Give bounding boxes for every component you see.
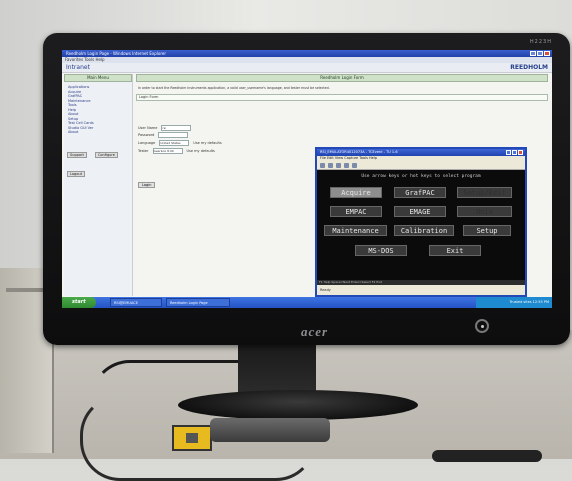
screen: Reedholm Login Page - Windows Internet E…	[62, 50, 552, 308]
login-button[interactable]: Login	[138, 182, 156, 188]
tester-default-checkbox[interactable]: Use my defaults	[187, 149, 215, 153]
tester-select[interactable]: Gearbox 8.00	[152, 148, 183, 154]
password-field[interactable]	[158, 132, 189, 138]
configure-button[interactable]: Configure	[94, 151, 118, 158]
taskbar: start RSI@EMUACE Reedholm Login Page Tru…	[62, 297, 552, 308]
browser-title-bar: Reedholm Login Page - Windows Internet E…	[62, 50, 552, 57]
yellow-adapter	[172, 425, 212, 451]
tester-row: Tester Gearbox 8.00 Use my defaults	[138, 148, 215, 154]
maintenance-button[interactable]: Maintenance	[324, 225, 387, 236]
monitor-base	[178, 390, 418, 420]
username-field[interactable]: rsi	[161, 125, 192, 131]
login-form-bar: Login Form	[136, 94, 548, 101]
save-icon[interactable]	[328, 162, 333, 168]
password-row: Password	[138, 132, 189, 138]
record-icon[interactable]	[344, 162, 349, 168]
emulator-title-bar: RSI_EMULATOR4012073A - TCEvent - TU 1-6	[317, 149, 525, 156]
site-header: Intranet REEDHOLM	[62, 63, 552, 73]
window-controls	[530, 51, 550, 56]
logout-button[interactable]: Logout	[67, 170, 85, 177]
language-row: Language United States Use my defaults	[138, 140, 222, 146]
support-button[interactable]: Support	[67, 151, 87, 158]
calibration-button[interactable]: Calibration	[394, 225, 454, 236]
system-tray: Trusted sites 12:55 PM	[476, 297, 552, 308]
language-label: Language	[138, 141, 156, 145]
usb-plug	[210, 418, 330, 442]
maximize-icon[interactable]	[537, 51, 543, 56]
password-label: Password	[138, 133, 155, 137]
reedholm-logo: REEDHOLM	[510, 64, 548, 71]
emulator-toolbar	[317, 161, 525, 170]
setup-edit-button[interactable]: Setup/Edit	[457, 187, 512, 198]
language-select[interactable]: United States	[159, 140, 190, 146]
empac-button[interactable]: EMPAC	[330, 206, 382, 217]
taskbar-item-emulator[interactable]: RSI@EMUACE	[110, 298, 162, 307]
minimize-icon[interactable]	[506, 150, 511, 155]
emage-button[interactable]: EMAGE	[394, 206, 446, 217]
remote-control	[432, 450, 542, 462]
login-heading: Reedholm Login Form	[136, 74, 548, 82]
setup-button[interactable]: Setup	[463, 225, 511, 236]
grafpac-button[interactable]: GrafPAC	[394, 187, 446, 198]
minimize-icon[interactable]	[530, 51, 536, 56]
unix-button[interactable]: Unix	[457, 206, 512, 217]
monitor-stand	[238, 343, 316, 395]
emulator-status-bar: Ready	[317, 285, 525, 295]
close-icon[interactable]	[544, 51, 550, 56]
login-intro: In order to start the Reedholm Instrumen…	[138, 86, 330, 90]
acquire-button[interactable]: Acquire	[330, 187, 382, 198]
maximize-icon[interactable]	[512, 150, 517, 155]
emulator-instructions: Use arrow keys or hot keys to select pro…	[361, 174, 481, 179]
username-label: User Name	[138, 126, 158, 130]
username-row: User Name rsi	[138, 125, 192, 131]
exit-button[interactable]: Exit	[429, 245, 481, 256]
taskbar-item-login-page[interactable]: Reedholm Login Page	[166, 298, 230, 307]
tester-label: Tester	[138, 149, 149, 153]
main-menu: Main Menu Applications Acquire GrafPAC M…	[64, 74, 133, 296]
ms-dos-button[interactable]: MS-DOS	[355, 245, 407, 256]
emulator-window-controls	[506, 150, 523, 155]
power-icon[interactable]	[475, 319, 489, 333]
monitor-model: H223H	[529, 39, 552, 45]
emulator-window: RSI_EMULATOR4012073A - TCEvent - TU 1-6 …	[315, 147, 527, 297]
site-title: Intranet	[66, 64, 90, 71]
language-default-checkbox[interactable]: Use my defaults	[193, 141, 221, 145]
start-button[interactable]: start	[62, 297, 96, 308]
main-menu-heading: Main Menu	[64, 74, 132, 82]
open-icon[interactable]	[320, 162, 325, 168]
stop-icon[interactable]	[352, 162, 357, 168]
monitor-brand-logo: acer	[301, 324, 329, 339]
close-icon[interactable]	[518, 150, 523, 155]
print-icon[interactable]	[336, 162, 341, 168]
